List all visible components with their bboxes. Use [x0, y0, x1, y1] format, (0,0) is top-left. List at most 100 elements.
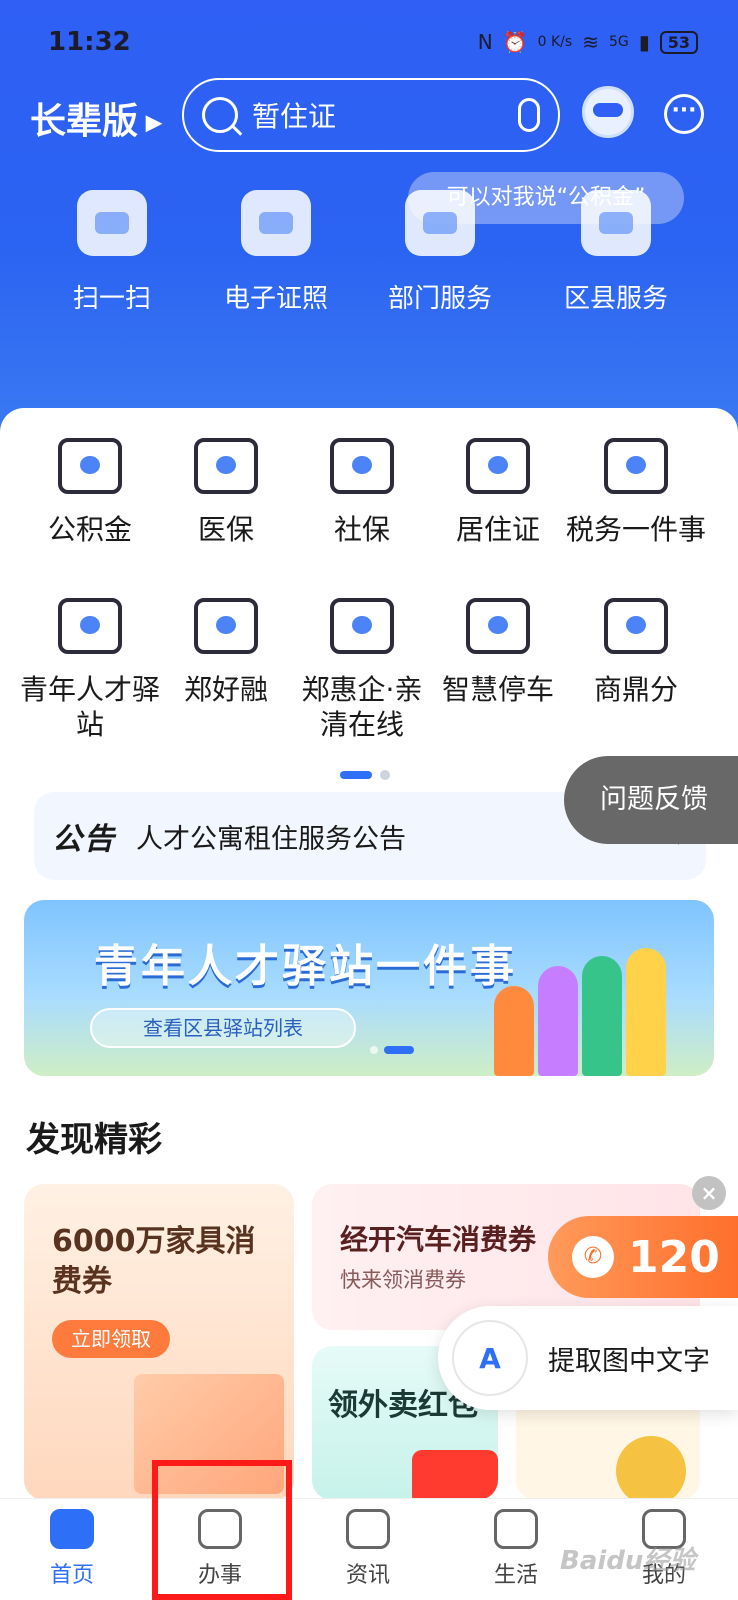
housing-fund-icon [58, 438, 122, 494]
elder-mode-toggle[interactable]: 长辈版 ▶ [30, 92, 163, 144]
signal-icon: ▮ [638, 30, 650, 54]
tab-label: 生活 [493, 1563, 538, 1588]
quick-action-label: 扫一扫 [72, 284, 151, 314]
nfc-icon: N [477, 30, 493, 54]
alarm-icon: ⏰ [502, 30, 528, 54]
card-subtitle: 快来领消费券 [340, 1268, 466, 1292]
home-icon [50, 1509, 94, 1549]
credit-score-icon [604, 598, 668, 654]
medical-insurance-icon [194, 438, 258, 494]
tab-home[interactable]: 首页 [22, 1509, 122, 1589]
service-finance[interactable]: 郑好融 [156, 598, 296, 707]
quick-action-label: 电子证照 [223, 284, 328, 314]
banner-page-indicator [370, 1046, 414, 1054]
ocr-extract-button[interactable]: A 提取图中文字 [438, 1306, 738, 1410]
service-enterprise[interactable]: 郑惠企·亲清在线 [292, 598, 432, 742]
chat-bubble-icon[interactable]: ··· [664, 94, 704, 134]
triangle-right-icon: ▶ [138, 110, 163, 136]
quick-action-district[interactable]: 区县服务 [536, 190, 696, 315]
service-label: 郑好融 [183, 673, 268, 706]
page-dot-active [340, 771, 372, 779]
assistant-robot-icon[interactable] [582, 86, 634, 138]
tab-label: 资讯 [345, 1563, 390, 1588]
scan-icon [77, 190, 147, 256]
hotline-number: 120 [628, 1231, 720, 1283]
quick-action-department[interactable]: 部门服务 [360, 190, 520, 315]
service-youth-talent[interactable]: 青年人才驿站 [20, 598, 160, 742]
tab-label: 首页 [49, 1563, 94, 1588]
service-medical-insurance[interactable]: 医保 [156, 438, 296, 547]
document-icon [346, 1509, 390, 1549]
coin-icon [616, 1436, 686, 1500]
service-label: 青年人才驿站 [20, 673, 161, 741]
service-social-security[interactable]: 社保 [292, 438, 432, 547]
wifi-icon: ≋ [582, 30, 599, 54]
page-dot-active [384, 1046, 414, 1054]
service-parking[interactable]: 智慧停车 [428, 598, 568, 707]
watermark: Baidu经验 [560, 1546, 696, 1576]
page-indicator [340, 770, 390, 780]
service-tax[interactable]: 税务一件事 [566, 438, 706, 547]
parking-icon [466, 598, 530, 654]
illustration-person [538, 966, 578, 1076]
service-label: 智慧停车 [441, 673, 554, 706]
tax-icon [604, 438, 668, 494]
tab-news[interactable]: 资讯 [318, 1509, 418, 1589]
network-speed: 0 K/s [537, 34, 573, 50]
search-icon [202, 97, 238, 133]
banner-button[interactable]: 查看区县驿站列表 [90, 1008, 356, 1048]
claim-button[interactable]: 立即领取 [52, 1320, 170, 1358]
service-label: 社保 [333, 513, 390, 546]
district-icon [581, 190, 651, 256]
microphone-icon[interactable] [518, 98, 540, 132]
status-icons: N ⏰ 0 K/s ≋ 5G ▮ 53 [478, 30, 698, 54]
card-furniture-voucher[interactable]: 6000万家具消费券 立即领取 [24, 1184, 294, 1500]
quick-actions: 扫一扫 电子证照 部门服务 区县服务 [0, 190, 738, 320]
section-title: 发现精彩 [26, 1120, 162, 1160]
quick-action-scan[interactable]: 扫一扫 [32, 190, 192, 315]
service-label: 医保 [197, 513, 254, 546]
hotline-button[interactable]: ✆ 120 [548, 1216, 738, 1298]
service-label: 公积金 [47, 513, 132, 546]
service-label: 商鼎分 [593, 673, 678, 706]
page-dot [370, 1046, 378, 1054]
illustration-person [582, 956, 622, 1076]
signal-label: 5G [608, 34, 629, 50]
quick-action-label: 区县服务 [563, 284, 668, 314]
search-placeholder: 暂住证 [252, 100, 337, 133]
banner-illustration [494, 930, 694, 1076]
promo-banner[interactable]: 青年人才驿站一件事 查看区县驿站列表 [24, 900, 714, 1076]
service-credit-score[interactable]: 商鼎分 [566, 598, 706, 707]
phone-icon: ✆ [572, 1236, 614, 1278]
status-time: 11:32 [48, 27, 131, 57]
card-title: 6000万家具消费券 [52, 1224, 256, 1299]
youth-talent-icon [58, 598, 122, 654]
quick-action-label: 部门服务 [387, 284, 492, 314]
tab-life[interactable]: 生活 [466, 1509, 566, 1589]
card-title: 经开汽车消费券 [340, 1223, 537, 1256]
service-housing-fund[interactable]: 公积金 [20, 438, 160, 547]
quick-action-e-license[interactable]: 电子证照 [196, 190, 356, 315]
finance-icon [194, 598, 258, 654]
search-bar[interactable]: 暂住证 [182, 78, 560, 152]
service-residence-permit[interactable]: 居住证 [428, 438, 568, 547]
red-envelope-icon [412, 1450, 498, 1500]
notice-tag: 公告 [52, 822, 116, 857]
page-dot [380, 770, 390, 780]
social-security-icon [330, 438, 394, 494]
illustration-person [494, 986, 534, 1076]
text-scan-icon: A [452, 1320, 528, 1396]
elder-mode-label: 长辈版 [30, 101, 139, 142]
department-icon [405, 190, 475, 256]
id-card-icon [241, 190, 311, 256]
status-bar: 11:32 N ⏰ 0 K/s ≋ 5G ▮ 53 [48, 22, 698, 62]
red-highlight-box [152, 1460, 292, 1600]
illustration-person [626, 948, 666, 1076]
feedback-button[interactable]: 问题反馈 [564, 756, 738, 844]
service-label: 税务一件事 [566, 513, 707, 546]
service-label: 郑惠企·亲清在线 [301, 673, 423, 741]
battery-indicator: 53 [659, 30, 698, 54]
heart-icon [494, 1509, 538, 1549]
close-icon[interactable]: × [692, 1176, 726, 1210]
residence-permit-icon [466, 438, 530, 494]
